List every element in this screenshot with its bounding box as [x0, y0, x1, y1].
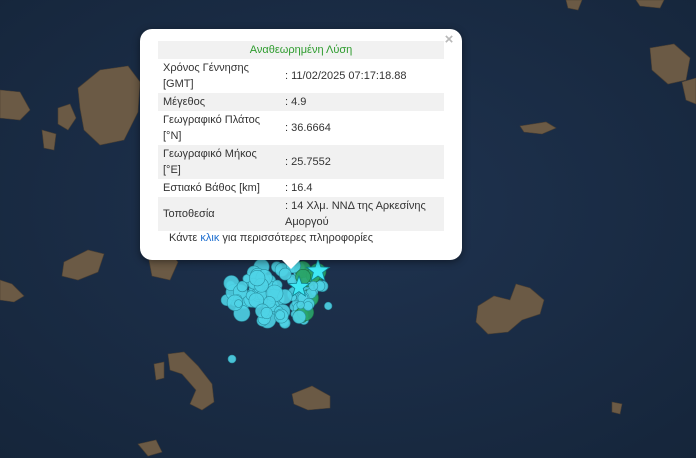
- longitude-label: Γεωγραφικό Μήκος [°E]: [158, 145, 280, 179]
- table-row: Τοποθεσία : 14 Χλμ. ΝΝΔ της Αρκεσίνης Αμ…: [158, 197, 444, 231]
- earthquake-marker[interactable]: [234, 299, 243, 308]
- longitude-value: : 25.7552: [280, 145, 444, 179]
- table-row: Χρόνος Γέννησης [GMT] : 11/02/2025 07:17…: [158, 59, 444, 93]
- event-info-table: Αναθεωρημένη Λύση Χρόνος Γέννησης [GMT] …: [158, 41, 444, 231]
- close-button[interactable]: ×: [442, 32, 456, 48]
- more-info-line: Κάντε κλικ για περισσότερες πληροφορίες: [169, 232, 373, 244]
- more-info-suffix: για περισσότερες πληροφορίες: [222, 232, 373, 244]
- earthquake-marker[interactable]: [296, 300, 305, 310]
- earthquake-marker[interactable]: [236, 280, 248, 293]
- magnitude-label: Μέγεθος: [158, 93, 280, 111]
- earthquake-marker[interactable]: [324, 301, 333, 311]
- origin-time-value: : 11/02/2025 07:17:18.88: [285, 70, 407, 82]
- event-popup: × Αναθεωρημένη Λύση Χρόνος Γέννησης [GMT…: [140, 29, 462, 269]
- more-info-link[interactable]: κλικ: [200, 232, 219, 244]
- table-row: Γεωγραφικό Πλάτος [°N] : 36.6664: [158, 111, 444, 145]
- island-small-south: [611, 401, 623, 415]
- popup-tip: [281, 259, 301, 269]
- table-row: Γεωγραφικό Μήκος [°E] : 25.7552: [158, 145, 444, 179]
- magnitude-value: : 4.9: [280, 93, 444, 111]
- earthquake-marker[interactable]: [227, 354, 237, 364]
- latitude-label: Γεωγραφικό Πλάτος [°N]: [163, 114, 261, 142]
- location-value: : 14 Χλμ. ΝΝΔ της Αρκεσίνης Αμοργού: [280, 197, 444, 231]
- more-info-prefix: Κάντε: [169, 232, 198, 244]
- earthquake-marker[interactable]: [303, 301, 313, 311]
- depth-value: : 16.4: [285, 182, 313, 194]
- location-label: Τοποθεσία: [158, 197, 280, 231]
- earthquake-marker[interactable]: [260, 306, 273, 319]
- earthquake-marker[interactable]: [249, 270, 266, 287]
- popup-title: Αναθεωρημένη Λύση: [158, 41, 444, 59]
- depth-label: Εστιακό Βάθος [km]: [163, 182, 260, 194]
- earthquake-marker[interactable]: [292, 310, 307, 324]
- table-row: Εστιακό Βάθος [km] : 16.4: [158, 179, 444, 197]
- table-row: Μέγεθος : 4.9: [158, 93, 444, 111]
- island-thirasia: [153, 361, 165, 381]
- latitude-value: : 36.6664: [285, 122, 331, 134]
- origin-time-label: Χρόνος Γέννησης [GMT]: [163, 62, 249, 90]
- earthquake-marker[interactable]: [278, 267, 292, 281]
- earthquake-marker[interactable]: [308, 280, 319, 291]
- earthquake-marker[interactable]: [275, 310, 286, 320]
- title-row: Αναθεωρημένη Λύση: [158, 41, 444, 59]
